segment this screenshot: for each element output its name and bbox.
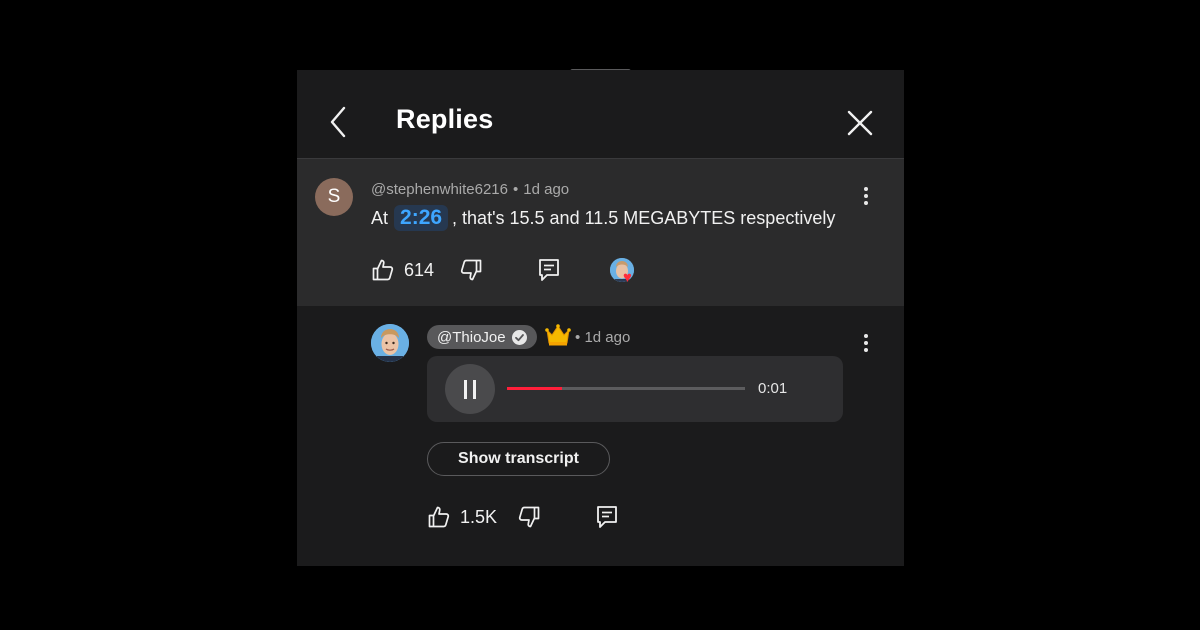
audio-progress-bar[interactable] — [507, 387, 745, 390]
reply-meta: • 1d ago — [575, 329, 630, 346]
kebab-dot — [864, 348, 868, 352]
like-button[interactable]: 1.5K — [427, 505, 497, 529]
comment-reply-icon — [597, 506, 617, 528]
comment-actions: 614 — [371, 257, 561, 283]
like-button[interactable]: 614 — [371, 258, 434, 282]
avatar[interactable]: S — [315, 178, 353, 216]
comment-time: 1d ago — [523, 181, 570, 198]
dislike-button[interactable] — [517, 505, 541, 529]
kebab-dot — [864, 194, 868, 198]
dislike-button[interactable] — [459, 258, 483, 282]
reply-more-options-button[interactable] — [863, 334, 869, 356]
comment-reply-icon — [539, 259, 559, 281]
creator-heart-badge: ♥ — [610, 258, 640, 288]
verified-check-icon — [511, 329, 527, 345]
kebab-dot — [864, 201, 868, 205]
back-button[interactable] — [325, 104, 353, 140]
comment-author[interactable]: @stephenwhite6216 — [371, 181, 508, 198]
voice-reply-player: 0:01 — [427, 356, 843, 422]
reply-author: @ThioJoe — [437, 328, 506, 346]
comment-meta: @stephenwhite6216 • 1d ago — [371, 181, 569, 198]
close-icon — [847, 110, 873, 136]
like-count: 614 — [404, 259, 435, 280]
kebab-dot — [864, 341, 868, 345]
reply-author-chip[interactable]: @ThioJoe — [427, 325, 537, 349]
pause-button[interactable] — [445, 364, 495, 414]
reply-avatar[interactable] — [371, 324, 409, 362]
timestamp-link[interactable]: 2:26 — [394, 205, 449, 231]
meta-separator: • — [513, 181, 519, 198]
audio-progress-fill — [507, 387, 562, 390]
comment-text: At 2:26, that's 15.5 and 11.5 MEGABYTES r… — [371, 205, 835, 231]
kebab-dot — [864, 187, 868, 191]
replies-panel: Replies S @stephenwhite6216 • 1d ago At 2:2… — [297, 70, 904, 566]
reply-button[interactable] — [595, 504, 619, 530]
reply-time: 1d ago — [584, 329, 631, 346]
comment-text-prefix: At — [371, 208, 389, 228]
page-title: Replies — [396, 104, 494, 134]
close-button[interactable] — [845, 108, 875, 138]
thumbs-down-icon — [460, 259, 482, 281]
reply-button[interactable] — [537, 257, 561, 283]
audio-time: 0:01 — [758, 380, 788, 397]
replies-header: Replies — [297, 70, 904, 159]
thumbs-up-icon — [428, 506, 450, 528]
comment-text-suffix: , that's 15.5 and 11.5 MEGABYTES respect… — [452, 208, 836, 228]
thiojoe-avatar-image — [371, 324, 409, 362]
thumbs-down-icon — [518, 506, 540, 528]
thumbs-up-icon — [372, 259, 394, 281]
meta-separator: • — [575, 329, 581, 346]
show-transcript-button[interactable]: Show transcript — [427, 442, 610, 476]
more-options-button[interactable] — [863, 187, 869, 209]
parent-comment: S @stephenwhite6216 • 1d ago At 2:26, that'… — [297, 159, 904, 306]
pause-icon — [464, 380, 467, 399]
kebab-dot — [864, 334, 868, 338]
reply-actions: 1.5K — [427, 504, 619, 530]
pause-icon — [473, 380, 476, 399]
chevron-left-icon — [330, 106, 346, 138]
heart-icon: ♥ — [623, 269, 632, 286]
like-count: 1.5K — [460, 506, 498, 527]
crown-icon — [545, 324, 571, 346]
